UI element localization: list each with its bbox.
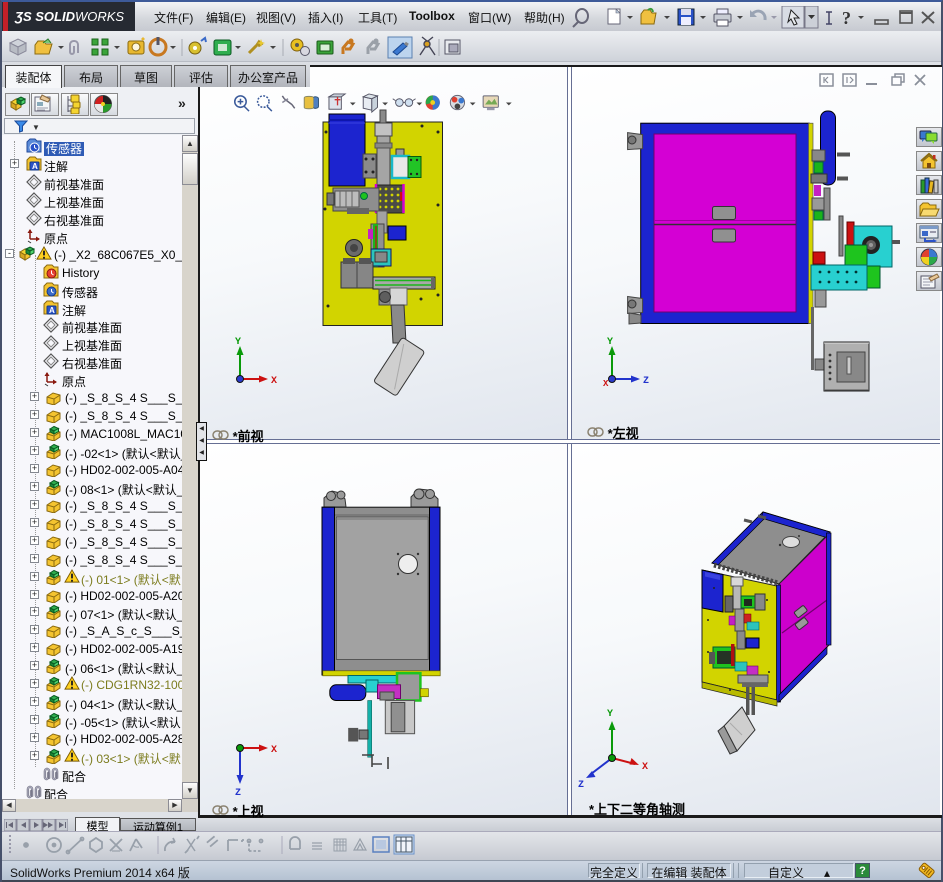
svg-text:Z: Z — [578, 780, 584, 791]
svg-text:Z: Z — [235, 788, 241, 799]
svg-text:?: ? — [842, 8, 851, 28]
svg-text:Y: Y — [607, 709, 613, 720]
svg-text:X: X — [642, 762, 648, 773]
svg-text:X: X — [271, 745, 277, 756]
